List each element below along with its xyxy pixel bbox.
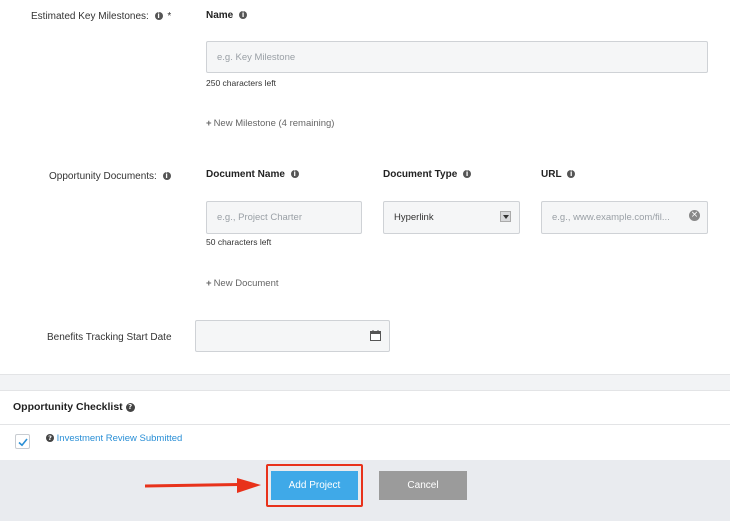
info-icon: i [463, 170, 472, 179]
help-icon: ? [46, 434, 54, 443]
milestone-name-header-text: Name [206, 10, 234, 21]
clear-icon[interactable]: × [689, 210, 700, 221]
footer-bar [0, 460, 730, 521]
info-icon: i [567, 170, 576, 179]
doc-type-header: Document Type i [383, 169, 472, 180]
required-mark: * [167, 11, 172, 22]
checklist-divider [0, 424, 730, 425]
checklist-checkbox[interactable] [15, 434, 30, 449]
info-icon: i [290, 170, 299, 179]
doc-name-input[interactable]: e.g., Project Charter [206, 201, 362, 234]
annotation-arrow [143, 478, 261, 499]
benefits-label: Benefits Tracking Start Date [47, 332, 172, 343]
url-input[interactable]: e.g., www.example.com/fil... × [541, 201, 708, 234]
new-document-link[interactable]: + New Document [206, 278, 279, 289]
info-icon: i [239, 11, 248, 20]
milestone-chars-left: 250 characters left [206, 78, 276, 88]
plus-icon: + [206, 278, 212, 289]
milestones-label-row: Estimated Key Milestones: i * [31, 11, 171, 22]
documents-label-row: Opportunity Documents: i [49, 171, 171, 182]
documents-label: Opportunity Documents: [49, 171, 157, 182]
doc-type-value: Hyperlink [394, 212, 434, 223]
help-icon: ? [125, 402, 135, 412]
doc-chars-left: 50 characters left [206, 237, 272, 247]
add-project-button[interactable]: Add Project [271, 471, 358, 500]
doc-type-select[interactable]: Hyperlink [383, 201, 520, 234]
checklist-title: Opportunity Checklist [13, 401, 123, 413]
checklist-item-row[interactable]: ? Investment Review Submitted [46, 433, 182, 444]
doc-type-header-text: Document Type [383, 169, 458, 180]
new-milestone-link[interactable]: + New Milestone (4 remaining) [206, 118, 334, 129]
doc-name-header-text: Document Name [206, 169, 285, 180]
milestones-label: Estimated Key Milestones: [31, 11, 149, 22]
url-placeholder: e.g., www.example.com/fil... [552, 212, 670, 223]
doc-name-header: Document Name i [206, 169, 299, 180]
cancel-button[interactable]: Cancel [379, 471, 467, 500]
checklist-item-label[interactable]: Investment Review Submitted [57, 433, 183, 444]
chevron-down-icon[interactable] [500, 211, 511, 222]
benefits-date-input[interactable] [195, 320, 390, 352]
info-icon: i [154, 12, 163, 21]
checklist-title-row: Opportunity Checklist ? [13, 401, 135, 413]
info-icon: i [162, 172, 171, 181]
plus-icon: + [206, 118, 212, 129]
milestone-name-header: Name i [206, 10, 248, 21]
new-milestone-text: New Milestone (4 remaining) [213, 118, 335, 129]
url-header-text: URL [541, 169, 562, 180]
url-header: URL i [541, 169, 576, 180]
new-document-text: New Document [213, 278, 279, 289]
check-icon [17, 437, 28, 446]
milestone-name-input[interactable]: e.g. Key Milestone [206, 41, 708, 73]
calendar-icon[interactable] [370, 330, 381, 344]
milestone-name-placeholder: e.g. Key Milestone [217, 51, 296, 63]
doc-name-placeholder: e.g., Project Charter [217, 212, 303, 223]
